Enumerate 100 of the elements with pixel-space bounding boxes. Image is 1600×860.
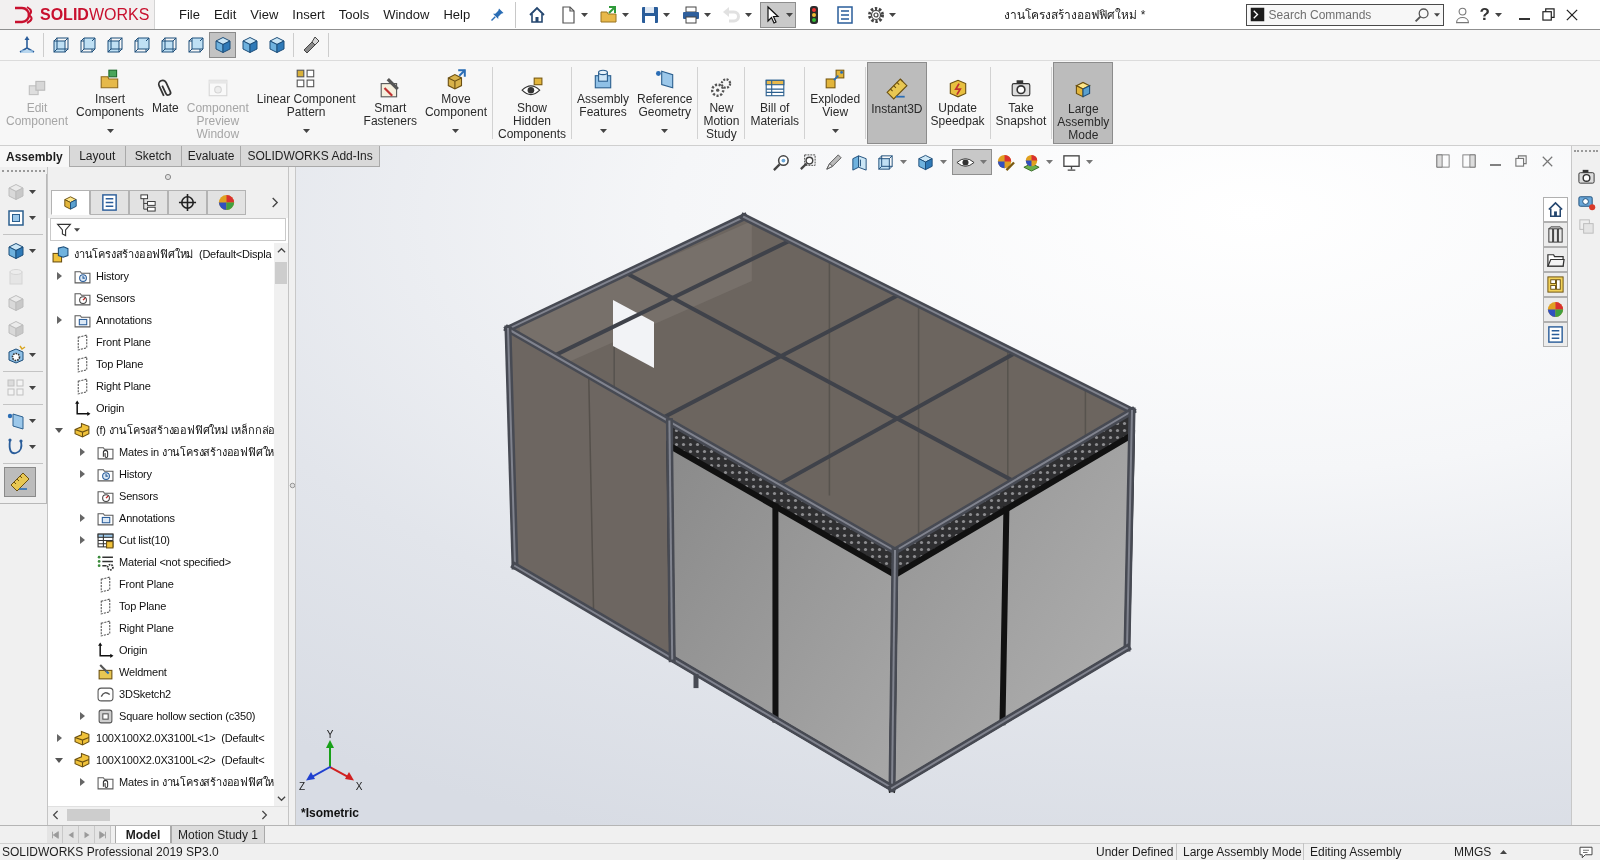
caret-right-icon[interactable]: [80, 712, 85, 720]
task-pane-tab[interactable]: [1543, 197, 1568, 222]
command-button[interactable]: Move Component: [420, 61, 491, 145]
caret-right-icon[interactable]: [80, 470, 85, 478]
menu-item[interactable]: Insert: [285, 0, 332, 29]
caret-down-icon[interactable]: [55, 427, 63, 433]
command-button[interactable]: Exploded View: [806, 61, 865, 145]
command-tab[interactable]: SOLIDWORKS Add-Ins: [241, 146, 380, 167]
caret-right-icon[interactable]: [57, 272, 62, 280]
scrollbar-thumb[interactable]: [67, 808, 110, 821]
tree-item[interactable]: Mates in งานโครงสร้างออฟฟิศให: [97, 772, 276, 792]
tree-item[interactable]: Annotations: [97, 508, 176, 528]
grip-handle-icon: [164, 173, 172, 181]
caret-right-icon[interactable]: [57, 316, 62, 324]
tree-item[interactable]: Right Plane: [97, 618, 175, 638]
task-pane-tab[interactable]: [1543, 322, 1568, 347]
task-pane-tab[interactable]: [1543, 247, 1568, 272]
tree-item[interactable]: (f) งานโครงสร้างออฟฟิศใหม่ เหล็กกล่อ: [74, 420, 277, 440]
color-sphere-icon: [1546, 300, 1565, 319]
caret-right-icon[interactable]: [80, 448, 85, 456]
command-tab[interactable]: Layout: [69, 146, 126, 167]
tree-item[interactable]: 100X100X2.0X3100L<1> (Default<: [74, 728, 266, 748]
scrollbar-thumb[interactable]: [275, 262, 287, 284]
command-button[interactable]: New Motion Study: [699, 61, 744, 145]
tree-item[interactable]: Right Plane: [74, 376, 152, 396]
view-tool-button[interactable]: [952, 149, 992, 175]
tree-item[interactable]: Square hollow section (c350): [97, 706, 257, 726]
filter-field[interactable]: [50, 218, 286, 241]
caret-down-icon[interactable]: [55, 757, 63, 763]
command-tab[interactable]: Sketch: [125, 146, 182, 167]
wireframe-cube-icon: [50, 35, 71, 55]
search-box[interactable]: Search Commands: [1245, 3, 1444, 26]
panel-tab[interactable]: [207, 190, 246, 215]
command-tab[interactable]: Evaluate: [181, 146, 242, 167]
status-text: SOLIDWORKS Professional 2019 SP3.0: [1, 844, 220, 860]
tree-item[interactable]: Material <not specified>: [97, 552, 232, 572]
tree-item[interactable]: Weldment: [97, 662, 168, 682]
menu-item[interactable]: File: [172, 0, 207, 29]
panel-tab[interactable]: [168, 190, 207, 215]
command-button[interactable]: Linear Component Pattern: [252, 61, 360, 145]
caret-right-icon[interactable]: [80, 778, 85, 786]
tree-item[interactable]: Front Plane: [97, 574, 175, 594]
tree-item[interactable]: Front Plane: [74, 332, 152, 352]
sphere-pencil-icon: [995, 152, 1015, 172]
filter-icon: [56, 221, 72, 238]
command-button[interactable]: Mate: [148, 61, 183, 145]
panel-tab[interactable]: [129, 190, 168, 215]
caret-right-icon[interactable]: [80, 536, 85, 544]
command-tab[interactable]: Assembly: [0, 146, 70, 167]
panel-tab[interactable]: [90, 190, 129, 215]
command-button[interactable]: Bill of Materials: [746, 61, 804, 145]
tree-item[interactable]: History: [97, 464, 153, 484]
chevron-down-icon: [276, 794, 286, 803]
search-field[interactable]: Search Commands: [1268, 5, 1410, 24]
tree-item[interactable]: Sensors: [97, 486, 159, 506]
model-tab[interactable]: Model: [115, 826, 171, 843]
task-pane-tab[interactable]: [1543, 297, 1568, 322]
menu-item[interactable]: Tools: [331, 0, 377, 29]
tree-item[interactable]: Top Plane: [74, 354, 145, 374]
command-button[interactable]: Insert Components: [72, 61, 149, 145]
caret-up-icon[interactable]: [1500, 850, 1507, 854]
menu-item[interactable]: Edit: [206, 0, 244, 29]
command-button[interactable]: Reference Geometry: [633, 61, 697, 145]
tree-item[interactable]: Sensors: [74, 288, 136, 308]
menu-item[interactable]: View: [243, 0, 286, 29]
task-pane-tab[interactable]: [1543, 222, 1568, 247]
tree-item[interactable]: Cut list(10): [97, 530, 171, 550]
caret-right-icon[interactable]: [57, 734, 62, 742]
command-button[interactable]: Update Speedpak: [926, 61, 989, 145]
tool-button[interactable]: [4, 467, 36, 497]
task-pane-tab[interactable]: [1543, 272, 1568, 297]
tree-item[interactable]: 100X100X2.0X3100L<2> (Default<: [74, 750, 266, 770]
monitor-icon: [1062, 152, 1081, 172]
command-button[interactable]: Show Hidden Components: [493, 61, 570, 145]
command-button[interactable]: Large Assembly Mode: [1053, 62, 1114, 144]
menu-item[interactable]: Help: [436, 0, 478, 29]
axes-icon: [74, 399, 91, 417]
tree-item[interactable]: Mates in งานโครงสร้างออฟฟิศให: [97, 442, 276, 462]
tree-item[interactable]: Origin: [74, 398, 126, 418]
command-button[interactable]: Smart Fasteners: [359, 61, 421, 145]
model-tab[interactable]: Motion Study 1: [171, 826, 266, 843]
block-icon: [74, 751, 91, 769]
tree-item[interactable]: งานโครงสร้างออฟฟิศใหม่ (Default<Displa: [52, 244, 273, 264]
tree-item[interactable]: 3DSketch2: [97, 684, 172, 704]
view-orientation-button[interactable]: [209, 32, 236, 58]
menu-item[interactable]: Window: [376, 0, 437, 29]
select-button[interactable]: [760, 1, 797, 28]
caret-right-icon[interactable]: [80, 514, 85, 522]
command-button[interactable]: Take Snapshot: [991, 61, 1051, 145]
house-icon: [1546, 200, 1565, 219]
command-button[interactable]: Assembly Features: [573, 61, 634, 145]
tree-item[interactable]: Annotations: [74, 310, 153, 330]
horizontal-scrollbar[interactable]: [48, 806, 288, 822]
command-button[interactable]: Instant3D: [867, 62, 927, 144]
vertical-scrollbar[interactable]: [274, 243, 288, 806]
tree-item[interactable]: Origin: [97, 640, 149, 660]
grip-handle-icon: [288, 482, 296, 489]
tree-item[interactable]: History: [74, 266, 130, 286]
tree-item[interactable]: Top Plane: [97, 596, 168, 616]
help-button[interactable]: ?: [1479, 3, 1502, 26]
